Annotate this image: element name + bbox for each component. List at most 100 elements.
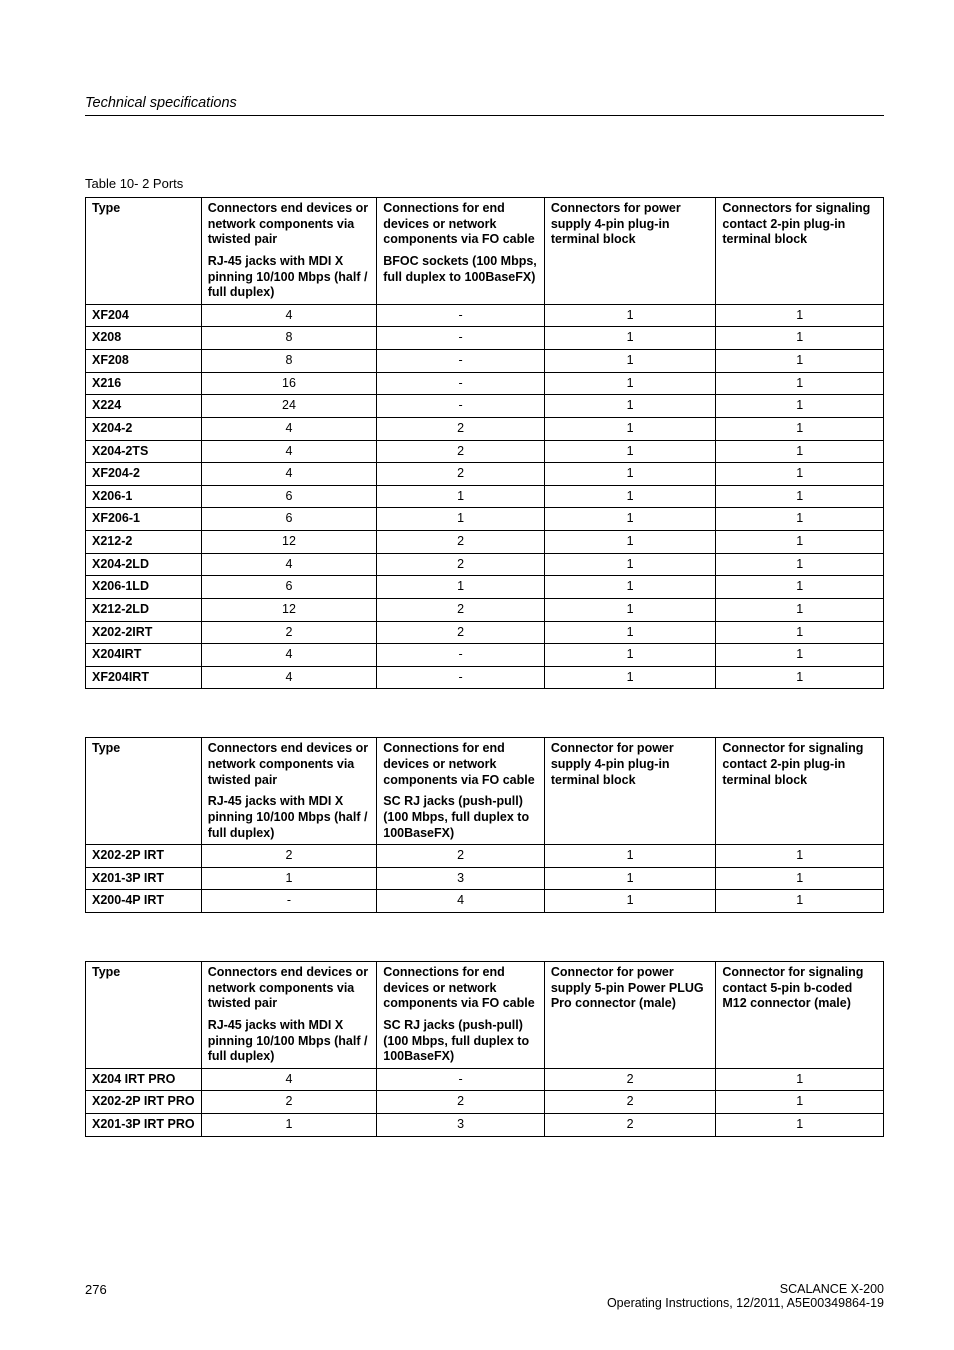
- row-value: 2: [544, 1091, 716, 1114]
- row-value: -: [377, 644, 545, 667]
- row-type-label: XF204: [86, 304, 202, 327]
- table-row: X204-2TS4211: [86, 440, 884, 463]
- row-value: 2: [377, 417, 545, 440]
- row-value: 1: [716, 372, 884, 395]
- row-value: 1: [716, 1068, 884, 1091]
- th-col2-top: Connections for end devices or network c…: [377, 198, 545, 251]
- table-row: XF206-16111: [86, 508, 884, 531]
- row-value: 1: [201, 867, 377, 890]
- row-value: 3: [377, 867, 545, 890]
- row-type-label: X202-2P IRT: [86, 845, 202, 868]
- row-value: 4: [201, 417, 377, 440]
- row-type-label: X201-3P IRT: [86, 867, 202, 890]
- th-col2-sub: SC RJ jacks (push-pull) (100 Mbps, full …: [377, 791, 545, 844]
- table-row: X204-2LD4211: [86, 553, 884, 576]
- row-value: 1: [544, 417, 716, 440]
- th-col2-top: Connections for end devices or network c…: [377, 962, 545, 1015]
- row-value: 6: [201, 576, 377, 599]
- row-type-label: X202-2IRT: [86, 621, 202, 644]
- row-value: 1: [716, 463, 884, 486]
- row-value: 1: [544, 867, 716, 890]
- th-col4: Connector for signaling contact 5-pin b-…: [716, 962, 884, 1069]
- table1-body: XF2044-11X2088-11XF2088-11X21616-11X2242…: [86, 304, 884, 689]
- row-value: 1: [544, 621, 716, 644]
- row-type-label: X204-2TS: [86, 440, 202, 463]
- row-value: 4: [201, 666, 377, 689]
- th-type: Type: [86, 738, 202, 845]
- th-type: Type: [86, 962, 202, 1069]
- row-value: 1: [716, 350, 884, 373]
- row-value: 1: [544, 350, 716, 373]
- row-value: 1: [544, 304, 716, 327]
- th-col3: Connectors for power supply 4-pin plug-i…: [544, 198, 716, 305]
- running-head: Technical specifications: [85, 95, 884, 116]
- table-row: X201-3P IRT1311: [86, 867, 884, 890]
- th-col1-sub: RJ-45 jacks with MDI X pinning 10/100 Mb…: [201, 1015, 377, 1068]
- row-type-label: X204IRT: [86, 644, 202, 667]
- th-col1-sub: RJ-45 jacks with MDI X pinning 10/100 Mb…: [201, 791, 377, 844]
- row-type-label: X206-1: [86, 485, 202, 508]
- row-value: 1: [544, 508, 716, 531]
- row-type-label: X202-2P IRT PRO: [86, 1091, 202, 1114]
- row-value: 4: [201, 463, 377, 486]
- row-value: 1: [716, 417, 884, 440]
- row-value: 1: [716, 1091, 884, 1114]
- row-value: 1: [377, 508, 545, 531]
- row-value: -: [377, 372, 545, 395]
- row-type-label: X204-2LD: [86, 553, 202, 576]
- row-value: 1: [544, 395, 716, 418]
- footer-line2: Operating Instructions, 12/2011, A5E0034…: [607, 1296, 884, 1310]
- row-value: 1: [716, 644, 884, 667]
- row-value: 2: [377, 598, 545, 621]
- table-row: X201-3P IRT PRO1321: [86, 1114, 884, 1137]
- table-row: X212-212211: [86, 531, 884, 554]
- table-row: XF2088-11: [86, 350, 884, 373]
- th-col1-top: Connectors end devices or network compon…: [201, 738, 377, 791]
- row-value: 1: [544, 890, 716, 913]
- row-value: 1: [201, 1114, 377, 1137]
- row-value: 2: [377, 845, 545, 868]
- row-value: -: [377, 304, 545, 327]
- row-value: 1: [716, 508, 884, 531]
- row-value: 1: [544, 666, 716, 689]
- row-value: 2: [377, 463, 545, 486]
- table-row: XF204IRT4-11: [86, 666, 884, 689]
- table-row: XF2044-11: [86, 304, 884, 327]
- table-row: X206-1LD6111: [86, 576, 884, 599]
- row-type-label: X212-2LD: [86, 598, 202, 621]
- row-value: 6: [201, 485, 377, 508]
- row-value: -: [201, 890, 377, 913]
- row-value: -: [377, 350, 545, 373]
- row-type-label: XF206-1: [86, 508, 202, 531]
- row-value: 4: [201, 644, 377, 667]
- row-value: 4: [201, 440, 377, 463]
- table2-body: X202-2P IRT2211X201-3P IRT1311X200-4P IR…: [86, 845, 884, 913]
- row-value: 1: [716, 666, 884, 689]
- row-type-label: X208: [86, 327, 202, 350]
- row-value: 1: [716, 531, 884, 554]
- row-value: 1: [716, 867, 884, 890]
- row-value: 2: [201, 621, 377, 644]
- page-footer: 276 SCALANCE X-200 Operating Instruction…: [85, 1282, 884, 1310]
- table-row: X212-2LD12211: [86, 598, 884, 621]
- row-value: -: [377, 1068, 545, 1091]
- row-type-label: X204 IRT PRO: [86, 1068, 202, 1091]
- row-value: 2: [377, 553, 545, 576]
- row-type-label: X206-1LD: [86, 576, 202, 599]
- row-value: 2: [544, 1068, 716, 1091]
- row-value: 1: [716, 304, 884, 327]
- th-col3: Connector for power supply 4-pin plug-in…: [544, 738, 716, 845]
- row-value: -: [377, 327, 545, 350]
- row-value: 12: [201, 598, 377, 621]
- table-row: X22424-11: [86, 395, 884, 418]
- row-type-label: X216: [86, 372, 202, 395]
- row-value: 1: [716, 485, 884, 508]
- row-value: 2: [377, 440, 545, 463]
- row-value: 1: [716, 576, 884, 599]
- row-type-label: X204-2: [86, 417, 202, 440]
- th-col4: Connector for signaling contact 2-pin pl…: [716, 738, 884, 845]
- row-value: 1: [544, 845, 716, 868]
- row-value: 1: [716, 553, 884, 576]
- th-col2-sub: SC RJ jacks (push-pull) (100 Mbps, full …: [377, 1015, 545, 1068]
- row-value: 16: [201, 372, 377, 395]
